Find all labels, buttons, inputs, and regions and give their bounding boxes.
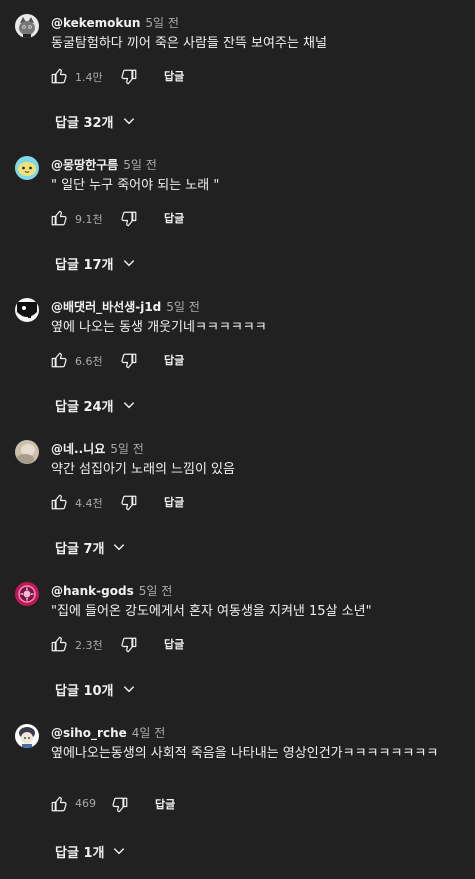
reply-button[interactable]: 답글 [164, 352, 184, 368]
chevron-down-icon [123, 260, 134, 267]
reply-button[interactable]: 답글 [164, 636, 184, 652]
comment-actions: 469 답글 [50, 795, 350, 817]
avatar[interactable] [15, 298, 39, 322]
comment-author[interactable]: @siho_rche [51, 726, 127, 740]
reply-button[interactable]: 답글 [155, 796, 175, 812]
thumbs-down-icon[interactable] [120, 352, 138, 370]
comment-author[interactable]: @배댓러_바선생-j1d [51, 300, 161, 314]
comment-header: @몽땅한구름 5일 전 [51, 156, 157, 174]
thumbs-down-icon[interactable] [120, 494, 138, 512]
comment-author[interactable]: @kekemokun [51, 16, 140, 30]
like-count: 2.3천 [75, 639, 103, 652]
replies-count-label: 답글 7개 [55, 541, 105, 557]
chevron-down-icon [123, 118, 134, 125]
comment-text: 약간 섬집아기 노래의 느낌이 있음 [51, 462, 235, 477]
pink-badge-avatar-icon [15, 582, 39, 606]
thumbs-up-icon[interactable] [50, 635, 68, 653]
comment-time[interactable]: 5일 전 [139, 584, 173, 598]
avatar[interactable] [15, 156, 39, 180]
chevron-down-icon [114, 848, 125, 855]
comment-header: @배댓러_바선생-j1d 5일 전 [51, 298, 200, 316]
comment-text: "집에 들어온 강도에게서 혼자 여동생을 지켜낸 15살 소년" [51, 604, 372, 619]
thumbs-up-icon[interactable] [50, 493, 68, 511]
thumbs-down-icon[interactable] [111, 796, 129, 814]
view-replies-button[interactable]: 답글 32개 [55, 110, 136, 132]
chevron-down-icon [114, 544, 125, 551]
avatar[interactable] [15, 724, 39, 748]
white-character-avatar-icon [15, 724, 39, 748]
comment-text: 옆에 나오는 동생 개웃기네ㅋㅋㅋㅋㅋㅋ [51, 320, 267, 335]
reply-button[interactable]: 답글 [164, 68, 184, 84]
replies-count-label: 답글 10개 [55, 683, 114, 699]
replies-count-label: 답글 32개 [55, 115, 114, 131]
comment-actions: 2.3천 답글 [50, 635, 350, 657]
comment-text: " 일단 누구 죽어야 되는 노래 " [51, 178, 220, 193]
reply-button[interactable]: 답글 [164, 494, 184, 510]
comment-header: @네..니요 5일 전 [51, 440, 144, 458]
comment-header: @siho_rche 4일 전 [51, 724, 165, 742]
comment-author[interactable]: @hank-gods [51, 584, 134, 598]
comment-header: @hank-gods 5일 전 [51, 582, 172, 600]
view-replies-button[interactable]: 답글 17개 [55, 252, 136, 274]
beige-photo-avatar-icon [15, 440, 39, 464]
reply-button[interactable]: 답글 [164, 210, 184, 226]
replies-count-label: 답글 1개 [55, 845, 105, 861]
comment-actions: 9.1천 답글 [50, 209, 350, 231]
like-count: 1.4만 [75, 71, 103, 84]
like-count: 469 [75, 797, 96, 810]
thumbs-up-icon[interactable] [50, 209, 68, 227]
black-white-face-avatar-icon [15, 298, 39, 322]
comment-time[interactable]: 5일 전 [166, 300, 200, 314]
replies-count-label: 답글 24개 [55, 399, 114, 415]
gray-cat-avatar-icon [15, 14, 39, 38]
like-count: 6.6천 [75, 355, 103, 368]
comment-author[interactable]: @네..니요 [51, 442, 105, 456]
thumbs-up-icon[interactable] [50, 351, 68, 369]
cyan-yellow-blob-avatar-icon [15, 156, 39, 180]
view-replies-button[interactable]: 답글 1개 [55, 840, 126, 862]
comment-author[interactable]: @몽땅한구름 [51, 158, 118, 172]
comment-header: @kekemokun 5일 전 [51, 14, 179, 32]
view-replies-button[interactable]: 답글 24개 [55, 394, 136, 416]
thumbs-down-icon[interactable] [120, 210, 138, 228]
comment-actions: 4.4천 답글 [50, 493, 350, 515]
comment-time[interactable]: 5일 전 [110, 442, 144, 456]
avatar[interactable] [15, 440, 39, 464]
avatar[interactable] [15, 582, 39, 606]
view-replies-button[interactable]: 답글 7개 [55, 536, 126, 558]
view-replies-button[interactable]: 답글 10개 [55, 678, 136, 700]
comment-text: 옆에나오는동생의 사회적 죽음을 나타내는 영상인건가ㅋㅋㅋㅋㅋㅋㅋㅋ [51, 746, 439, 761]
comment-actions: 1.4만 답글 [50, 67, 350, 89]
replies-count-label: 답글 17개 [55, 257, 114, 273]
comment-time[interactable]: 4일 전 [132, 726, 166, 740]
comment-time[interactable]: 5일 전 [123, 158, 157, 172]
comment-actions: 6.6천 답글 [50, 351, 350, 373]
comment-time[interactable]: 5일 전 [145, 16, 179, 30]
thumbs-down-icon[interactable] [120, 68, 138, 86]
chevron-down-icon [123, 402, 134, 409]
chevron-down-icon [123, 686, 134, 693]
thumbs-up-icon[interactable] [50, 67, 68, 85]
thumbs-down-icon[interactable] [120, 636, 138, 654]
like-count: 4.4천 [75, 497, 103, 510]
comment-text: 동굴탐험하다 끼어 죽은 사람들 잔뜩 보여주는 채널 [51, 36, 327, 51]
like-count: 9.1천 [75, 213, 103, 226]
avatar[interactable] [15, 14, 39, 38]
thumbs-up-icon[interactable] [50, 795, 68, 813]
